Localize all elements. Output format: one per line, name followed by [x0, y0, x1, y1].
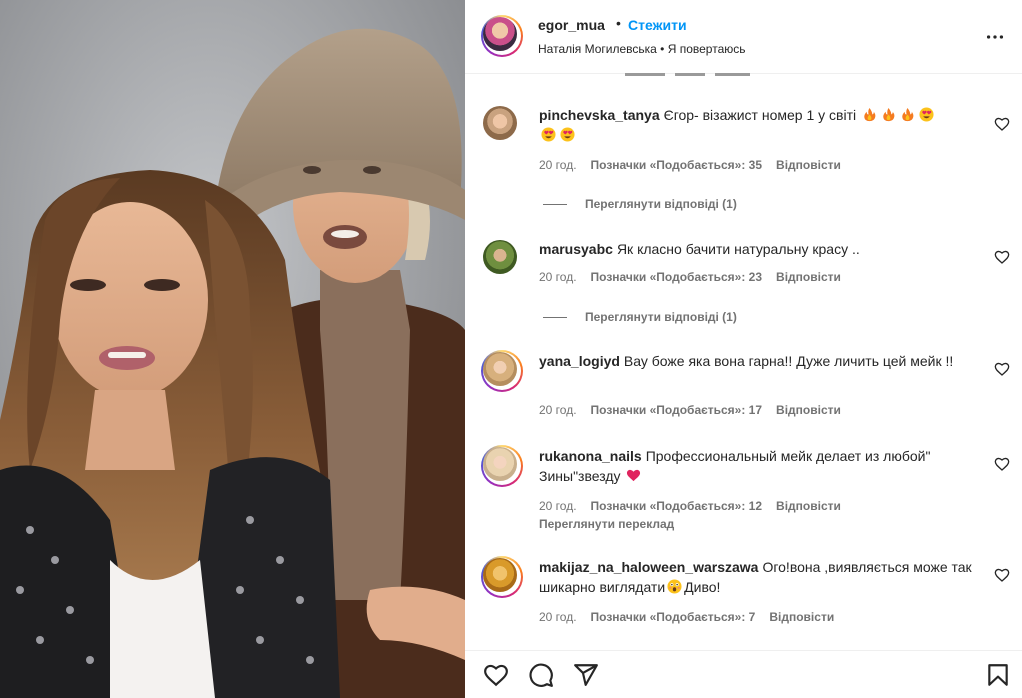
comment-text: yana_logiyd Вау боже яка вона гарна!! Дуж… [539, 351, 979, 371]
comment-meta: 20 год. Позначки «Подобається»: 7 Відповіс… [539, 610, 848, 624]
comment-meta: 20 год. Позначки «Подобається»: 17 Відпові… [539, 403, 855, 417]
reply-button[interactable]: Відповісти [776, 158, 841, 172]
post-media[interactable] [0, 0, 465, 698]
comment-body: Єгор- візажист номер 1 у світі [663, 107, 857, 123]
comment-like-heart-icon[interactable] [994, 249, 1010, 265]
comment-text: pinchevska_tanya Єгор- візажист номер 1 у… [539, 105, 979, 145]
fire-emoji-icon [902, 107, 914, 122]
comment-meta: 20 год. Позначки «Подобається»: 35 Відпові… [539, 158, 855, 172]
reply-button[interactable]: Відповісти [776, 403, 841, 417]
view-replies-button[interactable]: Переглянути відповіді (1) [543, 197, 737, 211]
comment-body: Як класно бачити натуральну красу .. [616, 241, 860, 257]
send-icon[interactable] [573, 662, 599, 688]
commenter-avatar[interactable] [481, 445, 523, 487]
comment-time[interactable]: 20 год. [539, 158, 577, 172]
comment-like-heart-icon[interactable] [994, 567, 1010, 583]
comment-username[interactable]: marusyabc [539, 241, 613, 257]
comment-meta: 20 год. Позначки «Подобається»: 23 Відпові… [539, 270, 855, 284]
comment-meta: 20 год. Позначки «Подобається»: 12 Відпові… [539, 499, 855, 513]
comment-time[interactable]: 20 год. [539, 403, 577, 417]
comment-username[interactable]: yana_logiyd [539, 353, 620, 369]
post-audio-subtitle[interactable]: Наталія Могилевська • Я повертаюсь [538, 42, 746, 56]
follow-button[interactable]: Стежити [628, 17, 687, 33]
replies-divider [543, 317, 567, 319]
view-replies-label[interactable]: Переглянути відповіді (1) [585, 310, 737, 324]
heart-eyes-emoji-icon [541, 127, 556, 142]
author-username[interactable]: egor_mua [538, 17, 605, 33]
heart-icon[interactable] [483, 662, 509, 688]
comment-username[interactable]: pinchevska_tanya [539, 107, 660, 123]
comment-time[interactable]: 20 год. [539, 610, 577, 624]
comment-likes[interactable]: Позначки «Подобається»: 12 [591, 499, 762, 513]
author-avatar[interactable] [481, 15, 523, 57]
comment-likes[interactable]: Позначки «Подобається»: 7 [591, 610, 756, 624]
more-horizontal-icon[interactable] [984, 26, 1006, 48]
comment-likes[interactable]: Позначки «Подобається»: 17 [591, 403, 762, 417]
comment-username[interactable]: rukanona_nails [539, 448, 642, 464]
post-video-frame [0, 0, 465, 698]
comment-text: rukanona_nails Профессиональный мейк дела… [539, 446, 979, 486]
fire-emoji-icon [864, 107, 876, 122]
heart-eyes-emoji-icon [919, 107, 934, 122]
comment-body: Вау боже яка вона гарна!! Дуже личить це… [623, 353, 954, 369]
fire-emoji-icon [883, 107, 895, 122]
header-separator: • [616, 15, 621, 31]
commenter-avatar[interactable] [481, 238, 523, 280]
comment-like-heart-icon[interactable] [994, 361, 1010, 377]
bookmark-icon[interactable] [985, 662, 1011, 688]
comment-time[interactable]: 20 год. [539, 499, 577, 513]
comment-username[interactable]: makijaz_na_haloween_warszawa [539, 559, 758, 575]
commenter-avatar[interactable] [481, 556, 523, 598]
reply-button[interactable]: Відповісти [776, 499, 841, 513]
comment-text: makijaz_na_haloween_warszawa Ого!вона ,ви… [539, 557, 979, 597]
reply-button[interactable]: Відповісти [776, 270, 841, 284]
comment-likes[interactable]: Позначки «Подобається»: 35 [591, 158, 762, 172]
astonished-emoji-icon [667, 579, 682, 594]
comment-text: marusyabc Як класно бачити натуральну кра… [539, 239, 979, 259]
red-heart-emoji-icon [627, 469, 641, 482]
comment-like-heart-icon[interactable] [994, 456, 1010, 472]
see-translation-button[interactable]: Переглянути переклад [539, 517, 674, 531]
comment-like-heart-icon[interactable] [994, 116, 1010, 132]
replies-divider [543, 204, 567, 206]
post-header: egor_mua • Стежити Наталія Могилевська •… [465, 0, 1022, 74]
heart-eyes-emoji-icon [560, 127, 575, 142]
post-action-bar [465, 650, 1022, 698]
scrolled-text-fragment [625, 68, 755, 76]
comment-body-end: Диво! [684, 579, 721, 595]
view-replies-label[interactable]: Переглянути відповіді (1) [585, 197, 737, 211]
reply-button[interactable]: Відповісти [769, 610, 834, 624]
comment-time[interactable]: 20 год. [539, 270, 577, 284]
view-replies-button[interactable]: Переглянути відповіді (1) [543, 310, 737, 324]
commenter-avatar[interactable] [481, 104, 523, 146]
comment-likes[interactable]: Позначки «Подобається»: 23 [591, 270, 762, 284]
commenter-avatar[interactable] [481, 350, 523, 392]
comment-icon[interactable] [528, 662, 554, 688]
post-side-panel: egor_mua • Стежити Наталія Могилевська •… [465, 0, 1022, 698]
